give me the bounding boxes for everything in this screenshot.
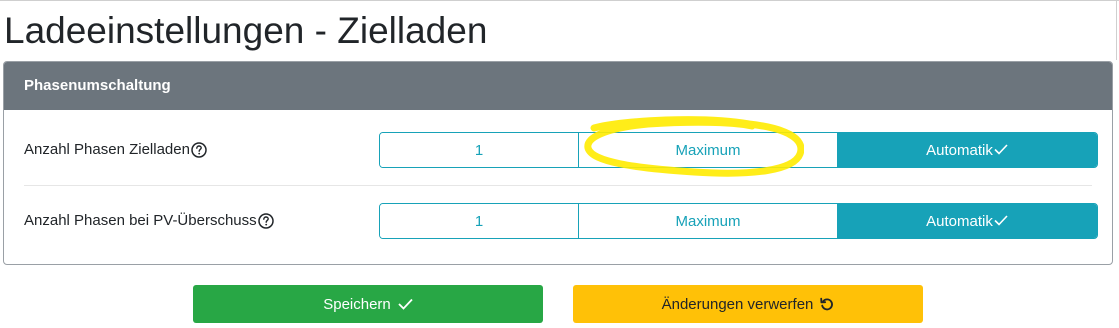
check-icon (398, 298, 413, 310)
phases-target-toggle-group: 1 Maximum Automatik (379, 132, 1098, 168)
help-circle-icon[interactable] (191, 142, 207, 158)
row-label: Anzahl Phasen bei PV-Überschuss (24, 203, 274, 239)
phases-pv-toggle-group: 1 Maximum Automatik (379, 203, 1098, 239)
card-header: Phasenumschaltung (4, 62, 1112, 110)
page-title: Ladeeinstellungen - Zielladen (4, 10, 488, 51)
phases-pv-surplus-row: Anzahl Phasen bei PV-Überschuss 1 Maximu… (4, 203, 1112, 239)
phase-switching-card: Phasenumschaltung Anzahl Phasen Ziellade… (3, 61, 1113, 265)
option-automatik-button[interactable]: Automatik (837, 204, 1097, 238)
row-divider (24, 185, 1092, 186)
option-1-button[interactable]: 1 (380, 204, 579, 238)
option-label: Automatik (926, 212, 993, 230)
row-label: Anzahl Phasen Zielladen (24, 132, 207, 168)
option-maximum-button[interactable]: Maximum (579, 133, 837, 167)
window-right-edge (1116, 0, 1117, 60)
option-1-button[interactable]: 1 (380, 133, 579, 167)
discard-button-label: Änderungen verwerfen (661, 295, 814, 313)
window-top-edge (0, 0, 1119, 1)
save-button-label: Speichern (323, 295, 391, 313)
option-automatik-button[interactable]: Automatik (837, 133, 1097, 167)
option-label: Automatik (926, 141, 993, 159)
phases-target-charging-row: Anzahl Phasen Zielladen 1 Maximum Automa… (4, 132, 1112, 168)
option-maximum-button[interactable]: Maximum (579, 204, 837, 238)
save-button[interactable]: Speichern (193, 285, 543, 323)
check-icon (994, 142, 1008, 159)
row-label-text: Anzahl Phasen Zielladen (24, 141, 190, 158)
row-label-text: Anzahl Phasen bei PV-Überschuss (24, 212, 257, 229)
discard-changes-button[interactable]: Änderungen verwerfen (573, 285, 923, 323)
help-circle-icon[interactable] (257, 213, 274, 229)
undo-icon (820, 297, 834, 311)
check-icon (994, 213, 1008, 230)
